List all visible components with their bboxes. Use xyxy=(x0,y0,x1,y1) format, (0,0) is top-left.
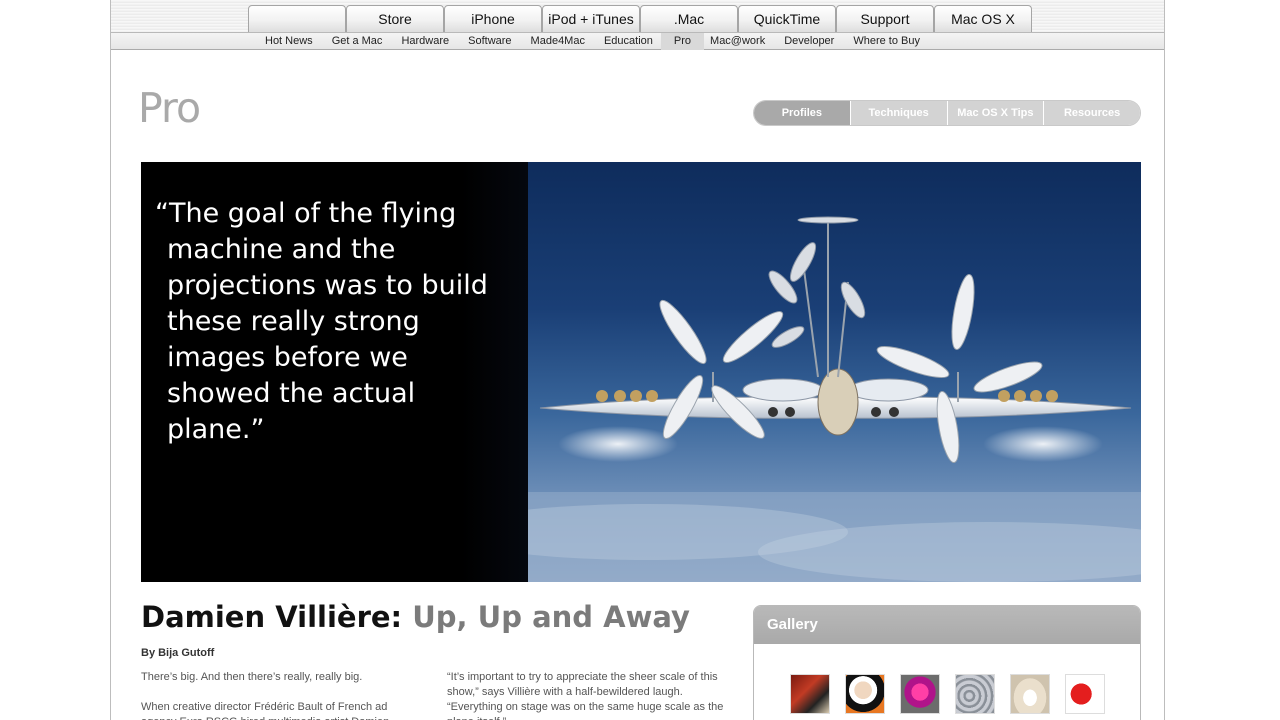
subnav-bar: Hot News Get a Mac Hardware Software Mad… xyxy=(111,32,1164,50)
subnav-item-hot-news[interactable]: Hot News xyxy=(259,33,319,50)
gallery-thumb-3[interactable] xyxy=(900,674,940,714)
article-byline: By Bija Gutoff xyxy=(141,647,215,659)
headline-subtitle: Up, Up and Away xyxy=(402,600,690,634)
gallery-thumb-6[interactable] xyxy=(1065,674,1105,714)
tab-store[interactable]: Store xyxy=(346,5,444,32)
flying-machine-image xyxy=(528,162,1141,582)
section-tabs: Profiles Techniques Mac OS X Tips Resour… xyxy=(753,100,1141,126)
gallery-thumb-5[interactable] xyxy=(1010,674,1050,714)
headline-name: Damien Villière: xyxy=(141,600,403,634)
subnav-item-developer[interactable]: Developer xyxy=(778,33,840,50)
tab-quicktime[interactable]: QuickTime xyxy=(738,5,836,32)
subnav-item-software[interactable]: Software xyxy=(462,33,517,50)
article-column-1: There’s big. And then there’s really, re… xyxy=(141,670,421,720)
article-column-2: “It’s important to try to appreciate the… xyxy=(447,670,727,720)
tab-profiles[interactable]: Profiles xyxy=(754,101,851,125)
gallery-panel: Gallery xyxy=(753,605,1141,720)
gallery-thumb-4[interactable] xyxy=(955,674,995,714)
subnav-item-pro[interactable]: Pro xyxy=(660,33,705,50)
global-nav: Store iPhone iPod + iTunes .Mac QuickTim… xyxy=(111,0,1164,50)
subnav-item-hardware[interactable]: Hardware xyxy=(395,33,455,50)
paragraph: There’s big. And then there’s really, re… xyxy=(141,671,363,683)
tab-mac-os-x-tips[interactable]: Mac OS X Tips xyxy=(947,101,1045,125)
global-tabs: Store iPhone iPod + iTunes .Mac QuickTim… xyxy=(248,5,1032,32)
paragraph: When creative director Frédéric Bault of… xyxy=(141,701,389,720)
tab-mac-os-x[interactable]: Mac OS X xyxy=(934,5,1032,32)
flying-machine-illustration xyxy=(528,216,1141,582)
gallery-thumb-1[interactable] xyxy=(790,674,830,714)
subnav-item-mac-at-work[interactable]: Mac@work xyxy=(704,33,771,50)
tab-techniques[interactable]: Techniques xyxy=(850,101,948,125)
gallery-thumb-2[interactable] xyxy=(845,674,885,714)
hero-banner[interactable]: “The goal of the flying machine and the … xyxy=(141,162,1141,582)
tab-dotmac[interactable]: .Mac xyxy=(640,5,738,32)
paragraph: “It’s important to try to appreciate the… xyxy=(447,671,724,720)
tab-apple[interactable] xyxy=(248,5,346,32)
subnav-item-get-a-mac[interactable]: Get a Mac xyxy=(326,33,389,50)
tab-resources[interactable]: Resources xyxy=(1044,101,1140,125)
page-title: Pro xyxy=(138,84,201,132)
tab-ipod-itunes[interactable]: iPod + iTunes xyxy=(542,5,640,32)
subnav-item-education[interactable]: Education xyxy=(598,33,659,50)
gallery-title: Gallery xyxy=(754,606,1140,644)
subnav: Hot News Get a Mac Hardware Software Mad… xyxy=(259,33,926,50)
article-headline: Damien Villière: Up, Up and Away xyxy=(141,600,690,634)
subnav-item-made4mac[interactable]: Made4Mac xyxy=(525,33,591,50)
gallery-thumbnails xyxy=(790,674,1120,714)
hero-quote: “The goal of the flying machine and the … xyxy=(155,198,488,445)
tab-iphone[interactable]: iPhone xyxy=(444,5,542,32)
subnav-item-where-to-buy[interactable]: Where to Buy xyxy=(847,33,926,50)
tab-support[interactable]: Support xyxy=(836,5,934,32)
